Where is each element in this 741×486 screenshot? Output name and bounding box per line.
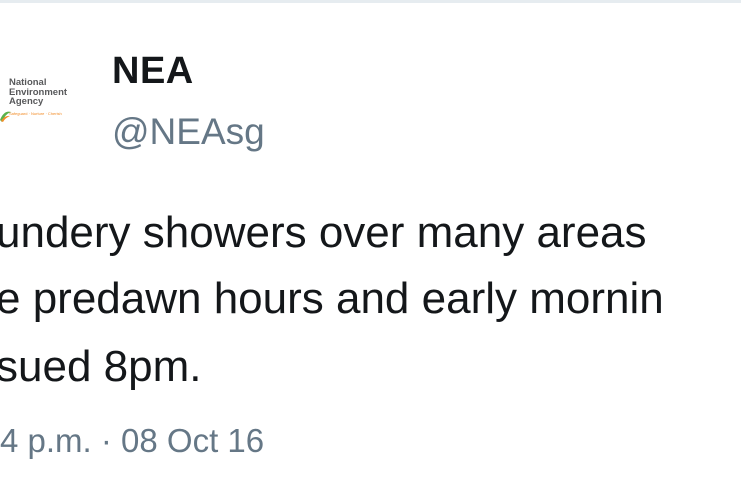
- tweet-text: undery showers over many areas e predawn…: [0, 208, 741, 408]
- logo-line-3: Agency: [9, 96, 44, 107]
- nea-logo-text: National Environment Agency: [9, 78, 67, 107]
- avatar[interactable]: National Environment Agency Safeguard · …: [0, 78, 90, 126]
- top-divider: [0, 0, 741, 3]
- display-name[interactable]: NEA: [112, 50, 194, 93]
- tweet-line-2: e predawn hours and early mornin: [0, 274, 664, 323]
- tweet-line-3: sued 8pm.: [0, 342, 202, 391]
- tweet-timestamp[interactable]: 4 p.m. · 08 Oct 16: [0, 422, 264, 460]
- tweet-line-1: undery showers over many areas: [0, 208, 647, 257]
- user-handle[interactable]: @NEAsg: [112, 111, 265, 153]
- logo-tagline: Safeguard · Nurture · Cherish: [9, 111, 62, 116]
